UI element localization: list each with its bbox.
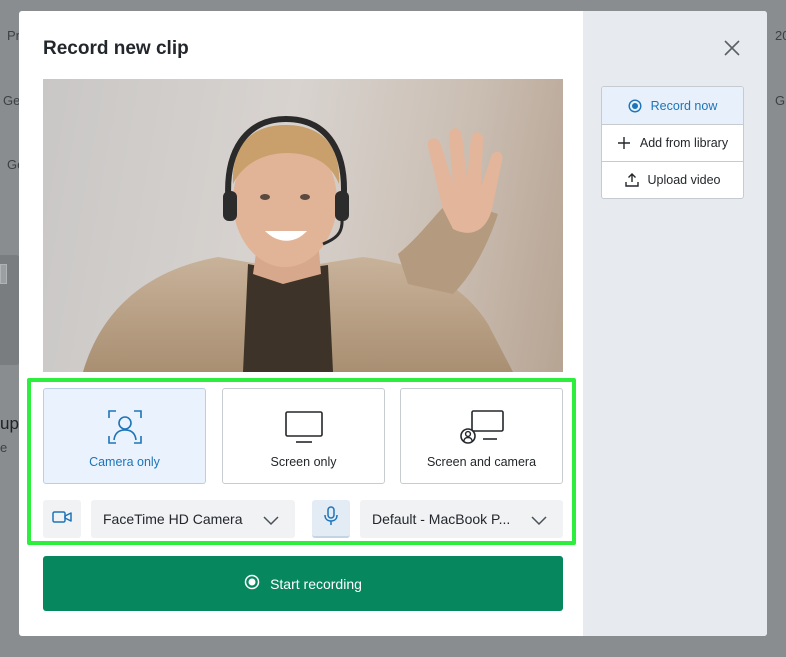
camera-select-value: FaceTime HD Camera	[103, 511, 243, 527]
camera-select[interactable]: FaceTime HD Camera	[91, 500, 295, 538]
mode-camera-only[interactable]: Camera only	[43, 388, 206, 484]
background-text: Ge	[3, 93, 21, 108]
video-camera-icon	[52, 510, 72, 529]
background-text: 20	[775, 28, 786, 43]
mode-screen-and-camera[interactable]: Screen and camera	[400, 388, 563, 484]
screen-and-camera-icon	[459, 407, 505, 447]
camera-person-icon	[107, 407, 143, 447]
source-menu: Record now Add from library Upload video	[601, 86, 744, 199]
camera-toggle-button[interactable]	[43, 500, 81, 538]
radio-record-icon	[628, 98, 642, 113]
mode-label: Screen only	[270, 455, 337, 469]
chevron-down-icon	[531, 513, 547, 531]
background-checkbox	[0, 264, 7, 284]
upload-icon	[624, 173, 639, 187]
modal-title: Record new clip	[43, 38, 189, 59]
record-icon	[244, 574, 260, 593]
chevron-down-icon	[263, 513, 279, 531]
close-icon	[723, 40, 741, 61]
microphone-toggle-button[interactable]	[312, 500, 350, 538]
microphone-select-value: Default - MacBook P...	[372, 511, 511, 527]
menu-item-label: Add from library	[639, 136, 729, 150]
close-button[interactable]	[723, 39, 741, 62]
recorder-panel: Record new clip Camera only Screen only …	[19, 11, 583, 636]
start-recording-button[interactable]: Start recording	[43, 556, 563, 611]
menu-item-upload-video[interactable]: Upload video	[602, 161, 743, 198]
menu-item-record-now[interactable]: Record now	[602, 87, 743, 124]
background-text: G	[775, 93, 786, 108]
mode-label: Screen and camera	[426, 455, 537, 469]
monitor-icon	[284, 407, 324, 447]
menu-item-label: Record now	[650, 98, 718, 113]
menu-item-add-from-library[interactable]: Add from library	[602, 124, 743, 161]
record-clip-modal: Record new clip Camera only Screen only …	[19, 11, 767, 636]
source-sidebar: Record now Add from library Upload video	[583, 11, 767, 636]
background-text: up	[0, 414, 19, 433]
mode-label: Camera only	[89, 455, 160, 469]
start-recording-label: Start recording	[270, 575, 362, 592]
microphone-icon	[324, 505, 338, 531]
menu-item-label: Upload video	[647, 173, 721, 187]
plus-icon	[617, 136, 631, 150]
background-text: e	[0, 440, 8, 455]
mode-screen-only[interactable]: Screen only	[222, 388, 385, 484]
camera-preview-image	[83, 115, 513, 372]
microphone-select[interactable]: Default - MacBook P...	[360, 500, 563, 538]
camera-preview	[43, 79, 563, 372]
